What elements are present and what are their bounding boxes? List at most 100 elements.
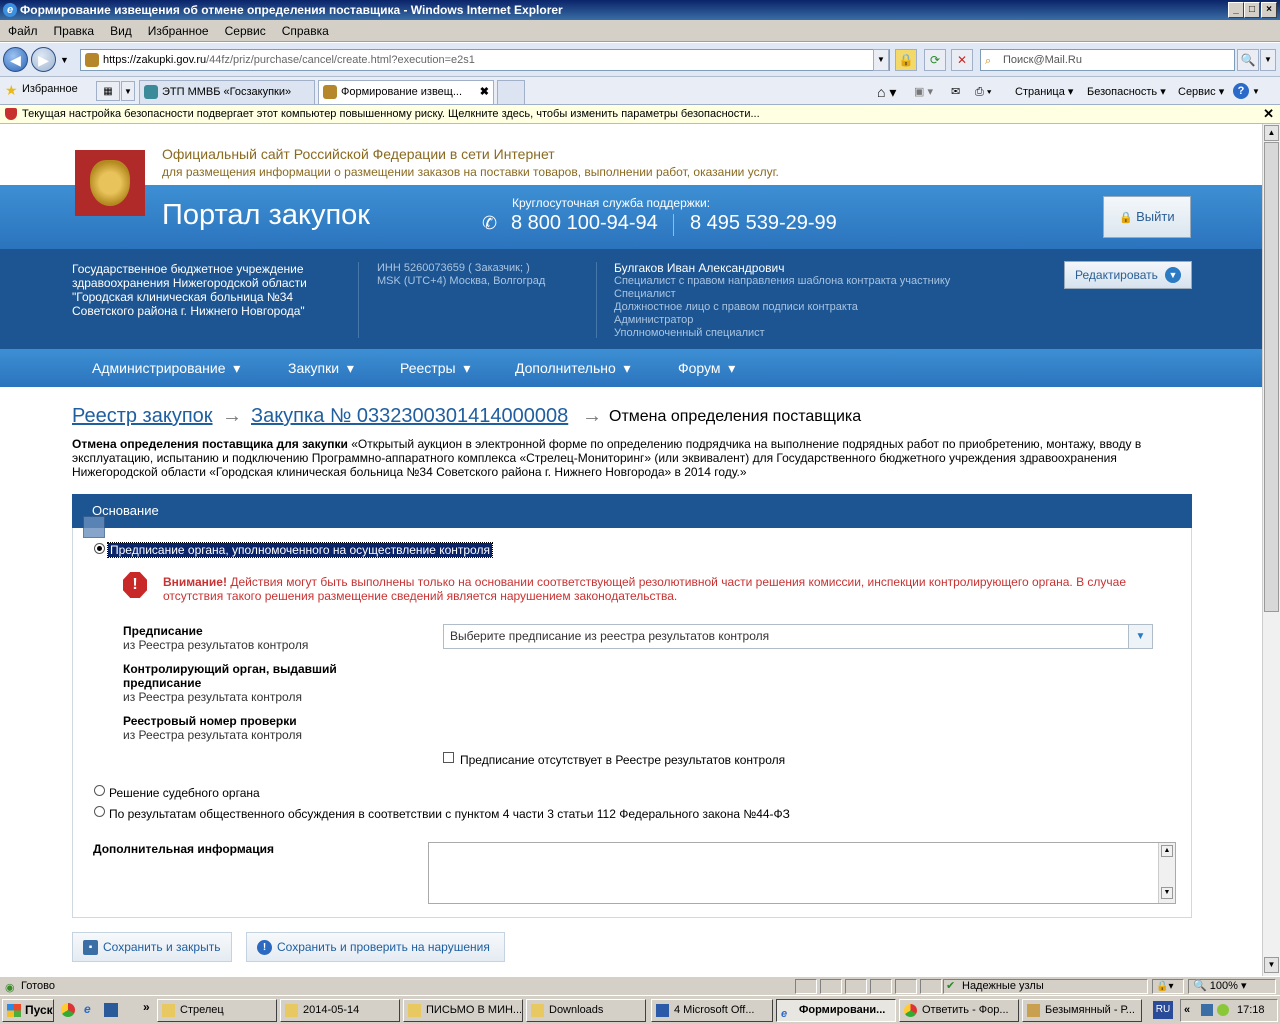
menu-view[interactable]: Вид (102, 20, 140, 42)
task-paint[interactable]: Безымянный - Р... (1022, 999, 1142, 1022)
tab-list-icon[interactable]: ▼ (121, 81, 135, 101)
chevron-down-icon: ▼ (1165, 267, 1181, 283)
maximize-button[interactable]: □ (1244, 2, 1260, 18)
safety-menu[interactable]: Безопасность ▾ (1087, 83, 1166, 101)
minimize-button[interactable]: _ (1228, 2, 1244, 18)
control-body-sublabel: из Реестра результата контроля (123, 690, 302, 704)
lock-icon[interactable]: 🔒 (895, 49, 917, 71)
search-options-icon[interactable]: ▼ (1260, 49, 1276, 71)
tray-app-icon[interactable] (1217, 1004, 1229, 1016)
page-menu[interactable]: Страница ▾ (1015, 83, 1073, 101)
option-court-label[interactable]: Решение судебного органа (109, 786, 260, 800)
option-public-discussion-label[interactable]: По результатам общественного обсуждения … (109, 807, 790, 821)
save-close-button[interactable]: ▪ Сохранить и закрыть (72, 932, 232, 962)
help-icon[interactable]: ? (1233, 83, 1249, 99)
textarea-scrollbar[interactable]: ▲ ▼ (1158, 843, 1175, 903)
app-quicklaunch-icon[interactable] (104, 1003, 118, 1017)
url-input[interactable]: https://zakupki.gov.ru/44fz/priz/purchas… (80, 49, 890, 71)
search-placeholder: Поиск@Mail.Ru (1003, 54, 1082, 66)
print-icon[interactable]: ⎙ ▾ (975, 83, 991, 101)
nav-purchases[interactable]: Закупки ▾ (288, 360, 354, 377)
gov-favicon-icon (323, 85, 337, 99)
window-title: Формирование извещения об отмене определ… (20, 3, 563, 17)
resize-handle-icon[interactable] (83, 516, 105, 538)
task-formation[interactable]: e Формировани... (776, 999, 896, 1022)
page-scrollbar[interactable]: ▲ ▼ (1262, 124, 1280, 976)
feeds-icon[interactable]: ▣ ▾ (914, 83, 933, 101)
home-icon[interactable]: ⌂ ▾ (877, 83, 896, 101)
network-icon[interactable] (1201, 1004, 1213, 1016)
ie-quicklaunch-icon[interactable]: e (84, 1002, 91, 1016)
task-downloads[interactable]: Downloads (526, 999, 646, 1022)
menu-edit[interactable]: Правка (46, 20, 103, 42)
close-window-button[interactable]: × (1261, 2, 1277, 18)
language-indicator[interactable]: RU (1153, 1001, 1173, 1019)
logout-button[interactable]: 🔒 Выйти (1103, 196, 1191, 238)
radio-public-discussion[interactable] (94, 806, 105, 817)
breadcrumb-purchase[interactable]: Закупка № 0332300301414000008 (251, 405, 568, 428)
read-mail-icon[interactable]: ✉ (951, 83, 960, 101)
prescription-select[interactable]: Выберите предписание из реестра результа… (443, 624, 1153, 649)
portal-title[interactable]: Портал закупок (162, 199, 370, 232)
prescription-missing-label[interactable]: Предписание отсутствует в Реестре резуль… (460, 753, 785, 767)
url-dropdown-icon[interactable]: ▼ (873, 49, 889, 71)
prescription-missing-checkbox[interactable] (443, 752, 454, 763)
windows-logo-icon (7, 1004, 21, 1017)
nav-forum[interactable]: Форум ▾ (678, 360, 735, 377)
breadcrumb-registry[interactable]: Реестр закупок (72, 405, 213, 428)
quick-tabs-icon[interactable]: ▦ (96, 81, 120, 101)
ie-icon: e (781, 1008, 788, 1020)
stop-icon[interactable]: ✕ (951, 49, 973, 71)
new-tab-button[interactable] (497, 80, 525, 104)
scroll-up-icon[interactable]: ▲ (1264, 125, 1279, 141)
clock[interactable]: 17:18 (1237, 1000, 1265, 1021)
back-button[interactable]: ◀ (3, 47, 28, 72)
edit-profile-button[interactable]: Редактировать ▼ (1064, 261, 1192, 289)
search-input[interactable]: ⌕ Поиск@Mail.Ru (980, 49, 1235, 71)
search-go-icon[interactable]: 🔍 (1237, 49, 1259, 71)
history-dropdown-icon[interactable]: ▼ (60, 55, 69, 65)
task-2014-05-14[interactable]: 2014-05-14 (280, 999, 400, 1022)
menu-favorites[interactable]: Избранное (140, 20, 217, 42)
task-ms-office[interactable]: 4 Microsoft Off... (651, 999, 773, 1022)
scroll-down-icon[interactable]: ▼ (1264, 957, 1279, 973)
lock-small-icon: 🔒 (1119, 212, 1137, 224)
tray-expand-icon[interactable]: « (1184, 1000, 1190, 1021)
menu-tools[interactable]: Сервис (217, 20, 274, 42)
nav-additional[interactable]: Дополнительно ▾ (515, 360, 631, 377)
close-infobar-icon[interactable]: ✕ (1263, 105, 1274, 123)
site-subtitle: для размещения информации о размещении з… (162, 165, 779, 179)
site-title: Официальный сайт Российской Федерации в … (162, 146, 555, 162)
taskbar: Пуск e » Стрелец 2014-05-14 ПИСЬМО В МИН… (0, 995, 1280, 1024)
tools-menu[interactable]: Сервис ▾ (1178, 83, 1224, 101)
task-letter[interactable]: ПИСЬМО В МИН... (403, 999, 523, 1022)
nav-registries[interactable]: Реестры ▾ (400, 360, 470, 377)
save-check-button[interactable]: ! Сохранить и проверить на нарушения (246, 932, 505, 962)
option-prescription-label[interactable]: Предписание органа, уполномоченного на о… (107, 542, 493, 558)
tab-etp[interactable]: ЭТП ММВБ «Госзакупки» (139, 80, 315, 104)
menu-file[interactable]: Файл (0, 20, 46, 42)
zoom-control[interactable]: 🔍 100% ▾ (1188, 979, 1276, 994)
chrome-icon[interactable] (61, 1003, 75, 1017)
quicklaunch-more-icon[interactable]: » (143, 1000, 150, 1014)
task-strelets[interactable]: Стрелец (157, 999, 277, 1022)
menu-help[interactable]: Справка (274, 20, 337, 42)
info-divider-1 (358, 262, 359, 338)
task-reply[interactable]: Ответить - Фор... (899, 999, 1019, 1022)
radio-court[interactable] (94, 785, 105, 796)
nav-administration[interactable]: Администрирование ▾ (92, 360, 240, 377)
control-body-label: Контролирующий орган, выдавший предписани… (123, 662, 337, 690)
protected-mode-icon[interactable]: 🔒▾ (1152, 979, 1184, 994)
close-tab-icon[interactable]: ✖ (480, 81, 489, 103)
tab-current[interactable]: Формирование извещ... ✖ (318, 80, 494, 104)
forward-button[interactable]: ▶ (31, 47, 56, 72)
scroll-thumb[interactable] (1264, 142, 1279, 612)
start-button[interactable]: Пуск (2, 999, 54, 1022)
refresh-icon[interactable]: ⟳ (924, 49, 946, 71)
security-info-bar[interactable]: Текущая настройка безопасности подвергае… (0, 105, 1280, 124)
help-dropdown-icon[interactable]: ▼ (1252, 83, 1260, 101)
favorites-button[interactable]: Избранное (22, 83, 78, 95)
additional-info-textarea[interactable]: ▲ ▼ (428, 842, 1176, 904)
radio-prescription[interactable] (94, 543, 105, 554)
security-zone[interactable]: ✔ Надежные узлы (943, 979, 1148, 994)
